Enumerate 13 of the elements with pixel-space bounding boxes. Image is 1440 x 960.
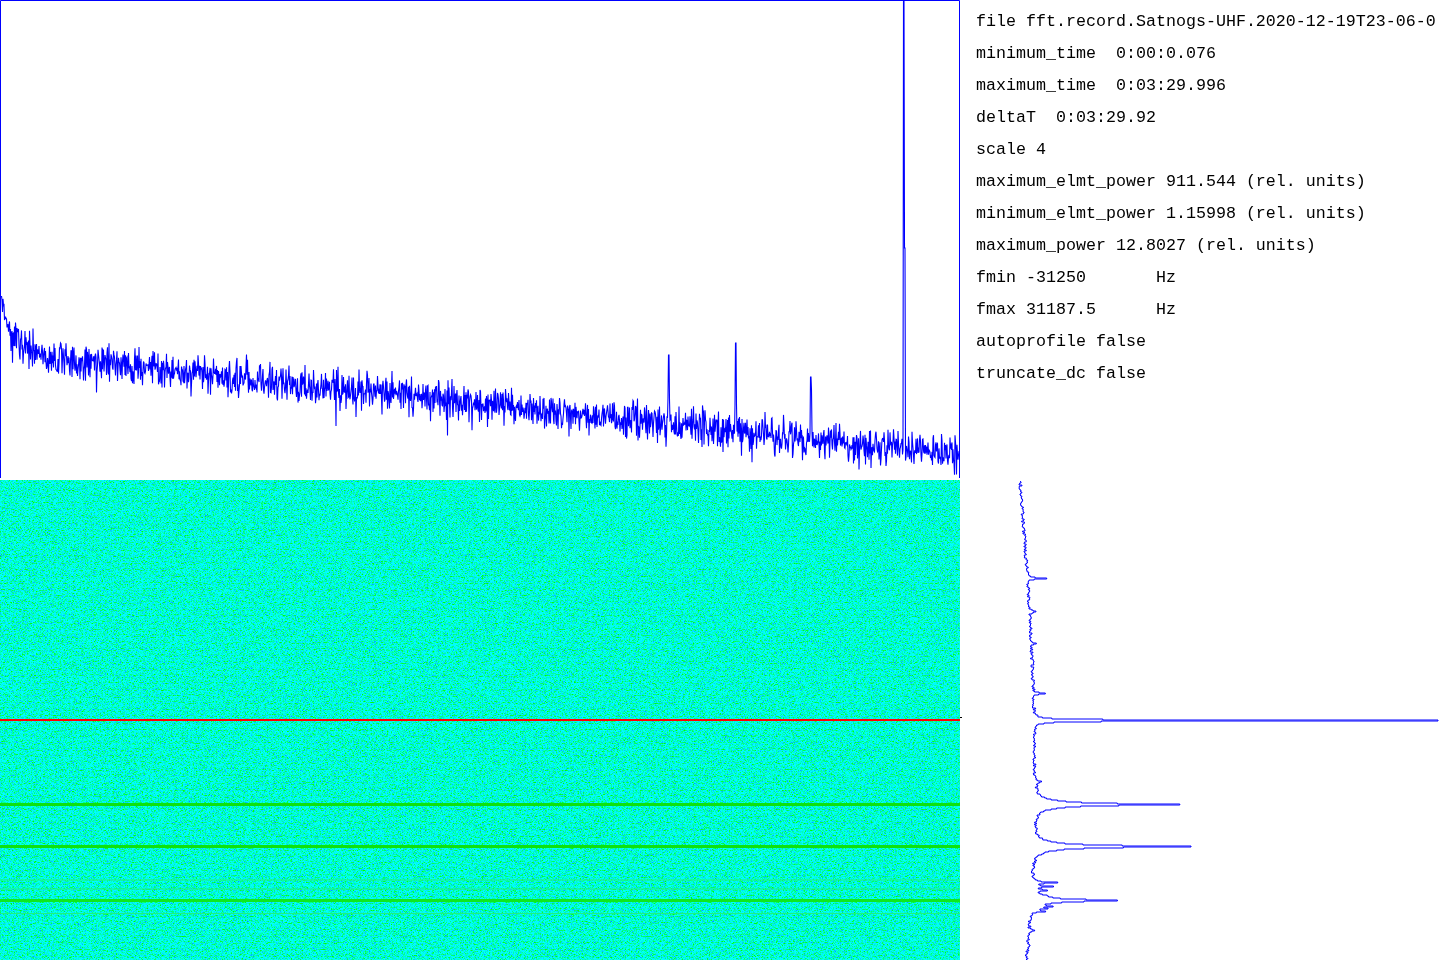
info-line: fmin -31250 Hz	[976, 268, 1176, 288]
info-line: file fft.record.Satnogs-UHF.2020-12-19T23-06-0	[976, 12, 1436, 32]
info-line: autoprofile false	[976, 332, 1146, 352]
info-line: maximum_time 0:03:29.996	[976, 76, 1226, 96]
info-line: minimum_time 0:00:0.076	[976, 44, 1216, 64]
info-line: minimum_elmt_power 1.15998 (rel. units)	[976, 204, 1366, 224]
info-line: truncate_dc false	[976, 364, 1146, 384]
info-line: maximum_elmt_power 911.544 (rel. units)	[976, 172, 1366, 192]
info-line: deltaT 0:03:29.92	[976, 108, 1156, 128]
info-line: maximum_power 12.8027 (rel. units)	[976, 236, 1316, 256]
marker-tick	[960, 717, 962, 718]
info-line: scale 4	[976, 140, 1046, 160]
info-line: fmax 31187.5 Hz	[976, 300, 1176, 320]
